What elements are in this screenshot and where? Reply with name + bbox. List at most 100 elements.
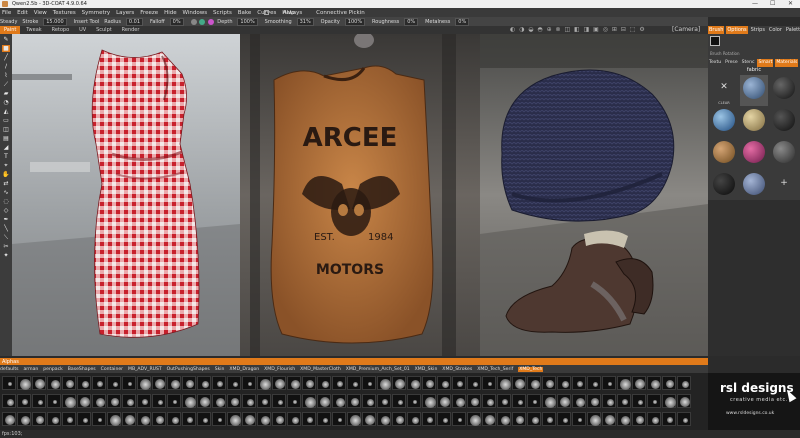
alpha-thumbnail[interactable] [152, 376, 166, 390]
menu-hide[interactable]: Hide [164, 10, 177, 16]
alpha-cat[interactable]: defaults [0, 367, 19, 372]
alpha-thumbnail[interactable] [107, 412, 121, 426]
alpha-thumbnail[interactable] [17, 376, 31, 390]
material-swatch[interactable] [770, 139, 798, 170]
alpha-thumbnail[interactable] [197, 394, 211, 408]
alpha-thumbnail[interactable] [557, 412, 571, 426]
alpha-thumbnail[interactable] [62, 412, 76, 426]
alpha-cat[interactable]: XMD_Strokes [442, 367, 472, 372]
rect-icon[interactable]: ▭ [2, 117, 10, 124]
alpha-thumbnail[interactable] [347, 376, 361, 390]
brush-icon[interactable]: ╱ [2, 54, 10, 61]
alpha-thumbnail[interactable] [662, 376, 676, 390]
alpha-thumbnail[interactable] [677, 376, 691, 390]
alpha-thumbnail[interactable] [287, 376, 301, 390]
alpha-thumbnail[interactable] [647, 394, 661, 408]
menu-textures[interactable]: Textures [53, 10, 76, 16]
material-swatch[interactable] [770, 75, 798, 106]
always-label[interactable]: Always [283, 10, 302, 16]
alpha-thumbnail[interactable] [152, 412, 166, 426]
alpha-thumbnail[interactable] [122, 394, 136, 408]
alpha-thumbnail[interactable] [497, 412, 511, 426]
alpha-thumbnail[interactable] [257, 394, 271, 408]
alpha-thumbnail[interactable] [347, 394, 361, 408]
alpha-thumbnail[interactable] [197, 376, 211, 390]
alpha-thumbnail[interactable] [137, 394, 151, 408]
alpha-thumbnail[interactable] [242, 376, 256, 390]
alpha-thumbnail[interactable] [227, 376, 241, 390]
clear-material-button[interactable]: ✕ CLEAR [710, 75, 738, 106]
alpha-thumbnail[interactable] [77, 412, 91, 426]
maximize-button[interactable]: ☐ [770, 0, 775, 8]
alpha-thumbnail[interactable] [407, 376, 421, 390]
viewport-nav-icons[interactable]: ◐ ◑ ◒ ◓ ⊕ ⊗ ◫ ◧ ◨ ▣ ◎ ⊞ ⊟ ⬚ ⚙ [510, 26, 646, 34]
alpha-thumbnail[interactable] [32, 412, 46, 426]
3d-viewport[interactable]: ARCEE EST. 1984 MOTORS [12, 34, 708, 356]
material-swatch[interactable] [710, 171, 738, 202]
airbrush-icon[interactable]: ∕ [2, 63, 10, 70]
tab-uv[interactable]: UV [75, 26, 90, 34]
alpha-thumbnail[interactable] [347, 412, 361, 426]
alpha-thumbnail[interactable] [227, 394, 241, 408]
alpha-thumbnail[interactable] [377, 376, 391, 390]
material-swatch[interactable] [770, 107, 798, 138]
alpha-cat[interactable]: XMD_Flourish [264, 367, 295, 372]
curve-icon[interactable]: ∿ [2, 189, 10, 196]
alpha-thumbnail[interactable] [617, 394, 631, 408]
camera-dropdown[interactable]: [Camera] [672, 26, 700, 34]
picker-icon[interactable]: ⌖ [2, 162, 10, 169]
alpha-thumbnail[interactable] [677, 412, 691, 426]
alpha-cat[interactable]: XMD_MasterCloth [300, 367, 341, 372]
alpha-thumbnail[interactable] [467, 412, 481, 426]
material-swatch-icon[interactable] [199, 18, 206, 25]
tab-retopo[interactable]: Retopo [48, 26, 74, 34]
alpha-thumbnail[interactable] [92, 376, 106, 390]
alpha-thumbnail[interactable] [497, 376, 511, 390]
color-swatch-icon[interactable] [190, 18, 197, 25]
alpha-thumbnail[interactable] [47, 394, 61, 408]
alpha-thumbnail[interactable] [317, 394, 331, 408]
tab-materials[interactable]: Materials [775, 59, 799, 67]
alpha-thumbnail[interactable] [77, 394, 91, 408]
alpha-cat[interactable]: Container [101, 367, 123, 372]
clone-icon[interactable]: ⟋ [2, 81, 10, 88]
alpha-thumbnail[interactable] [392, 394, 406, 408]
alpha-thumbnail[interactable] [392, 376, 406, 390]
alpha-thumbnail[interactable] [377, 394, 391, 408]
depth-field[interactable]: 100% [237, 18, 258, 26]
minimize-button[interactable]: — [752, 0, 758, 8]
alpha-thumbnail[interactable] [662, 412, 676, 426]
alpha-thumbnail[interactable] [632, 394, 646, 408]
alpha-cat[interactable]: MB_ADV_RUST [128, 367, 162, 372]
alpha-thumbnail[interactable] [677, 394, 691, 408]
alpha-thumbnail[interactable] [587, 394, 601, 408]
brush-rotation-row[interactable]: Brush Rotation [708, 52, 800, 56]
alpha-thumbnail[interactable] [527, 412, 541, 426]
alpha-thumbnail[interactable] [257, 376, 271, 390]
alpha-thumbnail[interactable] [32, 394, 46, 408]
alpha-thumbnail[interactable] [632, 376, 646, 390]
blur-icon[interactable]: ◔ [2, 99, 10, 106]
alpha-thumbnail[interactable] [212, 394, 226, 408]
transform-icon[interactable]: ⇄ [2, 180, 10, 187]
alpha-thumbnail[interactable] [272, 412, 286, 426]
alpha-thumbnail[interactable] [257, 412, 271, 426]
alpha-thumbnail[interactable] [317, 376, 331, 390]
alpha-thumbnail[interactable] [482, 394, 496, 408]
tab-render[interactable]: Render [118, 26, 144, 34]
alpha-thumbnail[interactable] [287, 394, 301, 408]
alpha-thumbnail[interactable] [182, 376, 196, 390]
menu-scripts[interactable]: Scripts [213, 10, 232, 16]
alpha-thumbnail[interactable] [182, 394, 196, 408]
alpha-thumbnail[interactable] [287, 412, 301, 426]
material-swatch[interactable] [710, 139, 738, 170]
alpha-thumbnail[interactable] [542, 376, 556, 390]
scissors-icon[interactable]: ✂ [2, 243, 10, 250]
select-icon[interactable]: ◇ [2, 207, 10, 214]
alpha-thumbnail[interactable] [272, 376, 286, 390]
alpha-thumbnail[interactable] [392, 412, 406, 426]
alpha-thumbnail[interactable] [317, 412, 331, 426]
alpha-thumbnail[interactable] [152, 394, 166, 408]
menu-windows[interactable]: Windows [183, 10, 208, 16]
brush-preview-swatch[interactable] [710, 36, 720, 46]
